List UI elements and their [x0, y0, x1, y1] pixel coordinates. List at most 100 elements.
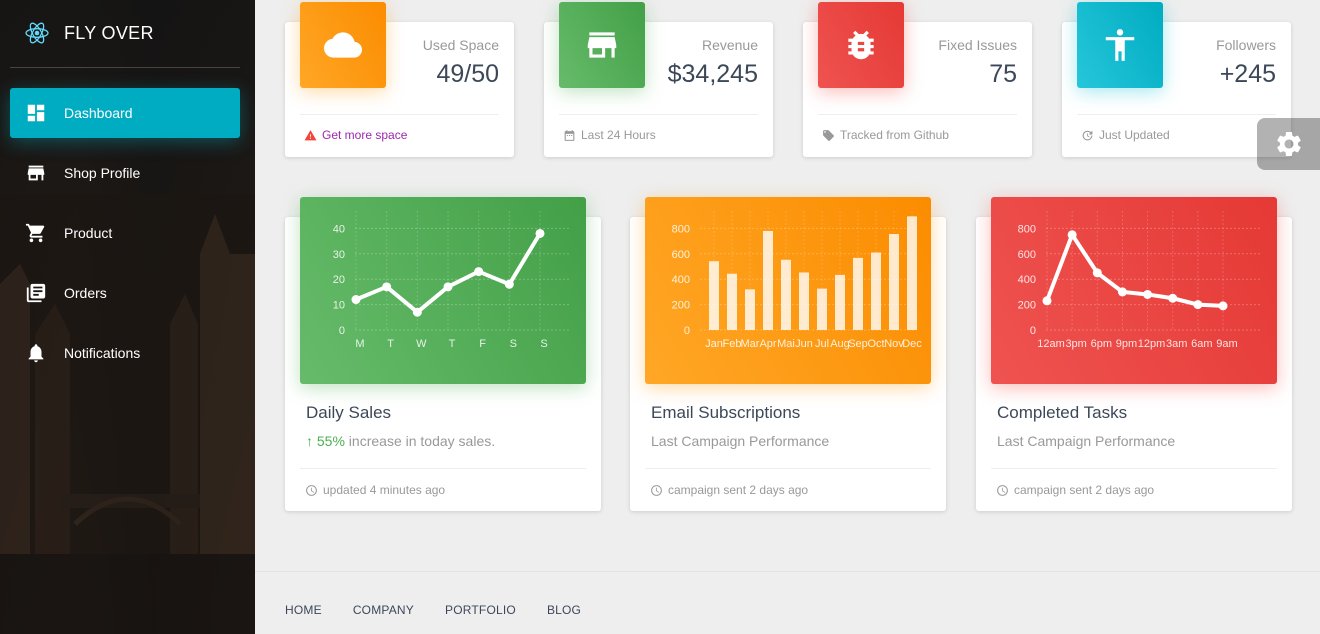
x-tick-label: Feb: [723, 338, 742, 350]
x-tick-label: Dec: [902, 338, 922, 350]
sidebar-item-product[interactable]: Product: [10, 208, 240, 258]
data-point: [1218, 301, 1228, 311]
x-tick-label: 12pm: [1138, 338, 1166, 350]
chart-card-footer: updated 4 minutes ago: [305, 483, 445, 497]
bar: [871, 252, 881, 330]
stat-category: Used Space: [422, 37, 499, 53]
brand-name: FLY OVER: [64, 22, 154, 43]
stat-card-revenue: Revenue $34,245 Last 24 Hours: [544, 2, 773, 157]
settings-toggle-button[interactable]: [1257, 118, 1320, 170]
update-icon: [1082, 130, 1093, 140]
y-tick-label: 10: [333, 300, 345, 312]
bar: [817, 288, 827, 330]
bar: [709, 261, 719, 330]
store-icon: [25, 162, 47, 184]
data-point: [1193, 300, 1203, 310]
bar: [781, 259, 791, 330]
stat-footer-text: Last 24 Hours: [581, 128, 656, 142]
data-point: [1092, 268, 1102, 278]
y-tick-label: 800: [672, 223, 690, 235]
chart-card-divider: [300, 468, 586, 469]
data-point: [1168, 293, 1178, 303]
y-tick-label: 0: [684, 325, 690, 337]
stat-tile: [1077, 2, 1163, 88]
gear-icon: [1276, 132, 1301, 156]
dashboard-icon: [25, 102, 47, 124]
sidebar-item-notifications[interactable]: Notifications: [10, 328, 240, 378]
stat-divider: [818, 114, 1017, 115]
calendar-icon: [564, 129, 575, 141]
stat-value: +245: [1219, 60, 1276, 88]
y-tick-label: 200: [1018, 300, 1036, 312]
data-point: [1143, 289, 1153, 299]
tag-icon: [823, 129, 834, 141]
y-tick-label: 40: [333, 223, 345, 235]
x-tick-label: Sep: [848, 338, 868, 350]
increase-text: increase in today sales.: [344, 433, 496, 449]
series-line: [1045, 232, 1224, 308]
y-tick-label: 200: [672, 300, 690, 312]
x-tick-label: W: [416, 338, 427, 350]
x-tick-label: S: [540, 338, 547, 350]
get-more-space-link[interactable]: Get more space: [322, 128, 407, 142]
bar: [835, 274, 845, 330]
stat-card-fixed-issues: Fixed Issues 75 Tracked from Github: [803, 2, 1032, 157]
sidebar-item-dashboard[interactable]: Dashboard: [10, 88, 240, 138]
sidebar-item-orders[interactable]: Orders: [10, 268, 240, 318]
data-point: [504, 279, 514, 289]
y-tick-label: 30: [333, 249, 345, 261]
library-icon: [25, 282, 47, 304]
chart-card-footer: campaign sent 2 days ago: [996, 483, 1154, 497]
chart-card-footer: campaign sent 2 days ago: [650, 483, 808, 497]
footer-link-blog[interactable]: BLOG: [547, 603, 581, 617]
bug-icon: [848, 30, 874, 60]
data-point: [474, 267, 484, 277]
stat-footer: Just Updated: [1081, 128, 1170, 142]
x-tick-label: Jun: [795, 338, 813, 350]
stat-footer[interactable]: Get more space: [304, 128, 407, 142]
stat-footer-text: Just Updated: [1099, 128, 1170, 142]
chart-card-footer-text: updated 4 minutes ago: [323, 483, 446, 497]
bar: [853, 257, 863, 330]
x-tick-label: Mar: [741, 338, 760, 350]
x-tick-label: 12am: [1037, 338, 1065, 350]
chart-card-subtitle: Last Campaign Performance: [651, 433, 830, 449]
brand[interactable]: FLY OVER: [0, 0, 255, 66]
y-tick-label: 400: [1018, 274, 1036, 286]
footer-nav: HOME COMPANY PORTFOLIO BLOG: [285, 603, 612, 617]
warning-icon: [304, 129, 317, 140]
footer-divider: [255, 571, 1320, 572]
bar: [727, 273, 737, 330]
bar: [889, 233, 899, 330]
react-logo-icon: [25, 22, 49, 44]
x-tick-label: T: [387, 338, 394, 350]
footer-link-portfolio[interactable]: PORTFOLIO: [445, 603, 516, 617]
chart-card-subtitle: ↑ 55% increase in today sales.: [306, 433, 495, 449]
clock-icon: [997, 484, 1008, 496]
x-tick-label: 3am: [1166, 338, 1187, 350]
stat-value: 75: [989, 60, 1017, 88]
stat-tile: [300, 2, 386, 88]
bar: [799, 272, 809, 330]
y-tick-label: 20: [333, 274, 345, 286]
sidebar-item-label: Orders: [64, 285, 107, 301]
sidebar-item-label: Product: [64, 225, 113, 241]
stat-footer: Last 24 Hours: [563, 128, 656, 142]
stat-footer-text: Tracked from Github: [840, 128, 949, 142]
chart-card-email-subscriptions: 0 200 400 600 800 Jan Feb Mar Apr Mai Jun Jul Aug Sep…: [630, 197, 946, 511]
y-tick-label: 600: [1018, 249, 1036, 261]
x-tick-label: Jan: [705, 338, 723, 350]
stat-value: 49/50: [436, 60, 499, 88]
footer-link-company[interactable]: COMPANY: [353, 603, 414, 617]
x-tick-label: S: [510, 338, 517, 350]
chart-card-subtitle: Last Campaign Performance: [997, 433, 1176, 449]
x-tick-label: 6am: [1191, 338, 1212, 350]
data-point: [412, 307, 422, 317]
sidebar-item-shop-profile[interactable]: Shop Profile: [10, 148, 240, 198]
data-point: [351, 295, 361, 305]
sidebar-item-label: Notifications: [64, 345, 141, 361]
footer-link-home[interactable]: HOME: [285, 603, 322, 617]
stat-divider: [1077, 114, 1276, 115]
cart-icon: [25, 222, 47, 244]
bell-icon: [25, 342, 47, 364]
